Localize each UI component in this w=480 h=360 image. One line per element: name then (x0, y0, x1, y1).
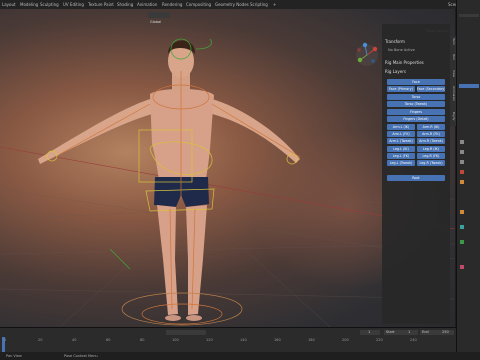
layer-face-button[interactable]: Face (387, 79, 445, 85)
playback-controls[interactable] (166, 330, 206, 335)
tab-item[interactable]: Item (449, 38, 456, 45)
render-properties-icon[interactable] (460, 140, 464, 144)
workspace-tab[interactable]: UV Editing (63, 2, 84, 7)
workspace-tab[interactable]: Compositing (186, 2, 211, 7)
start-frame-field[interactable]: Start 1 (384, 330, 418, 335)
layer-arm-r-ik-button[interactable]: Arm.R (IK) (417, 124, 445, 130)
workspace-tab[interactable]: Texture Paint (88, 2, 114, 7)
layer-arm-l-tweak-button[interactable]: Arm.L (Tweak) (387, 138, 415, 144)
rig-layers-header[interactable]: Rig Layers (385, 69, 406, 74)
data-properties-icon[interactable] (460, 240, 464, 244)
status-bar: Pan View Pose Context Menu (0, 352, 480, 360)
add-workspace-button[interactable]: + (273, 2, 276, 7)
layer-leg-r-fk-button[interactable]: Leg.R (FK) (417, 153, 445, 159)
view-layer-icon[interactable] (460, 160, 464, 164)
timeline-tick: 240 (410, 338, 417, 342)
current-frame-field[interactable]: 1 (360, 330, 380, 335)
timeline[interactable]: 1 Start 1 End 250 (0, 327, 456, 353)
workspace-tab[interactable]: Layout (2, 2, 16, 7)
character-mesh[interactable] (38, 40, 300, 321)
timeline-tick: 60 (106, 338, 111, 342)
workspace-tab[interactable]: Animation (137, 2, 157, 7)
transform-orientation-bg (148, 12, 170, 18)
layer-arm-r-tweak-button[interactable]: Arm.R (Tweak) (417, 138, 445, 144)
layer-leg-l-tweak-button[interactable]: Leg.L (Tweak) (387, 160, 415, 166)
layer-arm-l-fk-button[interactable]: Arm.L (FK) (387, 131, 415, 137)
layer-leg-r-ik-button[interactable]: Leg.R (IK) (417, 146, 445, 152)
output-properties-icon[interactable] (460, 150, 464, 154)
timeline-tick: 120 (206, 338, 213, 342)
layer-arm-r-fk-button[interactable]: Arm.R (FK) (417, 131, 445, 137)
timeline-tick: 20 (38, 338, 43, 342)
tab-animation[interactable]: Animation (449, 86, 456, 101)
layer-leg-l-ik-button[interactable]: Leg.L (IK) (387, 146, 415, 152)
sidebar-tabs: Item Tool View Animation Rigify (449, 36, 456, 126)
layer-face-secondary-button[interactable]: Face (Secondary) (417, 86, 445, 92)
object-properties-icon[interactable] (460, 180, 464, 184)
layer-fingers-button[interactable]: Fingers (387, 109, 445, 115)
timeline-tick: 220 (376, 338, 383, 342)
layer-fingers-detail-button[interactable]: Fingers (Detail) (387, 116, 445, 122)
workspace-tab[interactable]: Geometry Nodes (215, 2, 249, 7)
status-context-menu: Pose Context Menu (64, 354, 98, 358)
tab-rigify[interactable]: Rigify (449, 112, 456, 120)
timeline-tick: 40 (72, 338, 77, 342)
scene-properties-icon[interactable] (460, 170, 464, 174)
material-properties-icon[interactable] (460, 265, 464, 269)
outliner-row[interactable] (459, 14, 479, 17)
workspace-tab[interactable]: Sculpting (40, 2, 59, 7)
timeline-tick: 160 (274, 338, 281, 342)
timeline-tick: 140 (240, 338, 247, 342)
layer-leg-r-tweak-button[interactable]: Leg.R (Tweak) (417, 160, 445, 166)
rig-main-properties-header[interactable]: Rig Main Properties (385, 60, 424, 65)
workspace-tab[interactable]: Modeling (20, 2, 38, 7)
transform-header[interactable]: Transform (385, 39, 405, 44)
workspace-tab[interactable]: Shading (117, 2, 133, 7)
no-bone-text: No Bone Active (388, 48, 415, 52)
tab-view[interactable]: View (449, 70, 456, 77)
timeline-tick: 180 (308, 338, 315, 342)
timeline-tick: 0 (4, 338, 7, 342)
constraint-properties-icon[interactable] (460, 225, 464, 229)
end-frame-field[interactable]: End 250 (420, 330, 454, 335)
layer-face-primary-button[interactable]: Face (Primary) (387, 86, 415, 92)
tab-tool[interactable]: Tool (449, 54, 456, 60)
transform-orientation-dropdown[interactable]: Global (150, 20, 161, 24)
sidebar-panel: Transform No Bone Active Rig Main Proper… (382, 24, 450, 324)
outliner-selected-row[interactable] (459, 84, 479, 88)
layer-leg-l-fk-button[interactable]: Leg.L (FK) (387, 153, 415, 159)
modifier-properties-icon[interactable] (460, 210, 464, 214)
navigation-gizmo[interactable] (356, 42, 378, 66)
properties-editor[interactable] (456, 0, 480, 360)
timeline-tick: 200 (342, 338, 349, 342)
workspace-tab[interactable]: Scripting (250, 2, 268, 7)
layer-torso-tweak-button[interactable]: Torso (Tweak) (387, 101, 445, 107)
layer-arm-l-ik-button[interactable]: Arm.L (IK) (387, 124, 415, 130)
workspace-tab[interactable]: Rendering (162, 2, 182, 7)
layer-torso-button[interactable]: Torso (387, 94, 445, 100)
timeline-tick: 80 (140, 338, 145, 342)
timeline-tick: 100 (172, 338, 179, 342)
layer-root-button[interactable]: Root (387, 175, 445, 181)
status-pan-view: Pan View (6, 354, 22, 358)
